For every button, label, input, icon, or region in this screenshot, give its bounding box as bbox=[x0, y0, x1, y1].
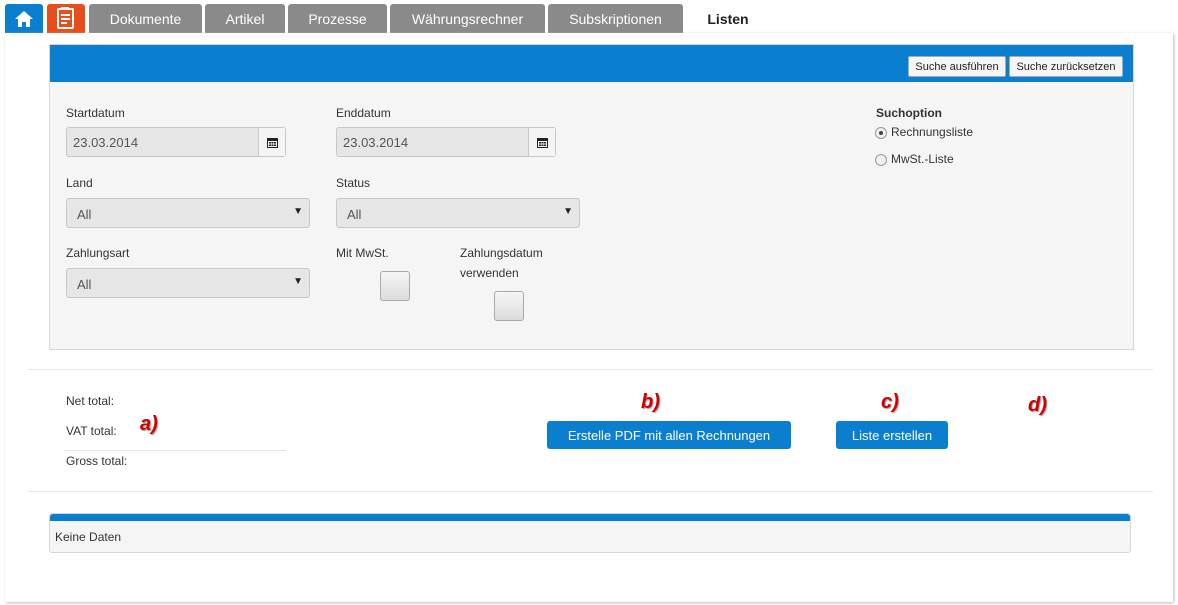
tab-waehrungsrechner[interactable]: Währungsrechner bbox=[390, 4, 545, 33]
mwst-label: Mit MwSt. bbox=[336, 246, 389, 260]
search-panel: Suche ausführen Suche zurücksetzen Start… bbox=[49, 44, 1134, 350]
divider bbox=[28, 369, 1153, 370]
end-date-field[interactable]: 23.03.2014 bbox=[336, 127, 556, 157]
suchoption-label: Suchoption bbox=[876, 106, 942, 120]
home-icon bbox=[15, 10, 33, 27]
status-select[interactable]: All ▼ bbox=[336, 198, 580, 228]
net-total-label: Net total: bbox=[66, 394, 115, 408]
land-select[interactable]: All ▼ bbox=[66, 198, 310, 228]
zahlungsdatum-label-line2: verwenden bbox=[460, 266, 519, 280]
search-button[interactable]: Suche ausführen bbox=[908, 56, 1006, 77]
documents-quick-button[interactable] bbox=[47, 4, 85, 33]
zahlungsart-label: Zahlungsart bbox=[66, 246, 130, 260]
dropdown-arrow-icon: ▼ bbox=[293, 206, 303, 217]
empty-results-text: Keine Daten bbox=[55, 530, 122, 544]
tab-subskriptionen[interactable]: Subskriptionen bbox=[548, 4, 683, 33]
land-label: Land bbox=[66, 176, 93, 190]
calendar-icon[interactable] bbox=[258, 128, 285, 156]
create-list-button[interactable]: Liste erstellen bbox=[836, 421, 948, 449]
annotation-d: d) bbox=[1028, 394, 1047, 416]
zahlungsdatum-label-line1: Zahlungsdatum bbox=[460, 246, 543, 260]
zahlungsart-select[interactable]: All ▼ bbox=[66, 268, 310, 298]
tab-listen[interactable]: Listen bbox=[686, 4, 770, 33]
home-button[interactable] bbox=[5, 4, 43, 33]
dropdown-arrow-icon: ▼ bbox=[563, 206, 573, 217]
radio-mwst-liste[interactable] bbox=[875, 154, 887, 166]
document-icon bbox=[57, 6, 74, 29]
start-date-label: Startdatum bbox=[66, 106, 125, 120]
totals-divider bbox=[64, 450, 286, 451]
results-header bbox=[50, 514, 1130, 521]
top-nav: Dokumente Artikel Prozesse Währungsrechn… bbox=[0, 0, 1178, 33]
main-content: Suche ausführen Suche zurücksetzen Start… bbox=[5, 33, 1173, 602]
start-date-value: 23.03.2014 bbox=[73, 135, 139, 150]
reset-search-button[interactable]: Suche zurücksetzen bbox=[1009, 56, 1123, 77]
divider bbox=[28, 491, 1153, 492]
end-date-label: Enddatum bbox=[336, 106, 391, 120]
annotation-c: c) bbox=[881, 391, 899, 413]
create-pdf-button[interactable]: Erstelle PDF mit allen Rechnungen bbox=[547, 421, 791, 449]
tab-dokumente[interactable]: Dokumente bbox=[89, 4, 202, 33]
annotation-b: b) bbox=[641, 391, 660, 413]
status-value: All bbox=[347, 207, 362, 222]
vat-total-label: VAT total: bbox=[66, 424, 117, 438]
end-date-value: 23.03.2014 bbox=[343, 135, 409, 150]
zahlungsart-value: All bbox=[77, 277, 92, 292]
annotation-a: a) bbox=[140, 413, 158, 435]
tab-prozesse[interactable]: Prozesse bbox=[288, 4, 387, 33]
gross-total-label: Gross total: bbox=[66, 454, 128, 468]
zahlungsdatum-checkbox[interactable] bbox=[494, 291, 524, 321]
search-panel-header: Suche ausführen Suche zurücksetzen bbox=[50, 45, 1133, 82]
radio-rechnungsliste[interactable] bbox=[875, 127, 887, 139]
results-panel: Keine Daten bbox=[49, 513, 1131, 553]
tab-artikel[interactable]: Artikel bbox=[205, 4, 285, 33]
dropdown-arrow-icon: ▼ bbox=[293, 276, 303, 287]
mwst-checkbox[interactable] bbox=[380, 271, 410, 301]
start-date-field[interactable]: 23.03.2014 bbox=[66, 127, 286, 157]
radio-mwst-liste-label: MwSt.-Liste bbox=[891, 152, 954, 166]
status-label: Status bbox=[336, 176, 371, 190]
land-value: All bbox=[77, 207, 92, 222]
calendar-icon[interactable] bbox=[528, 128, 555, 156]
radio-rechnungsliste-label: Rechnungsliste bbox=[891, 125, 974, 139]
